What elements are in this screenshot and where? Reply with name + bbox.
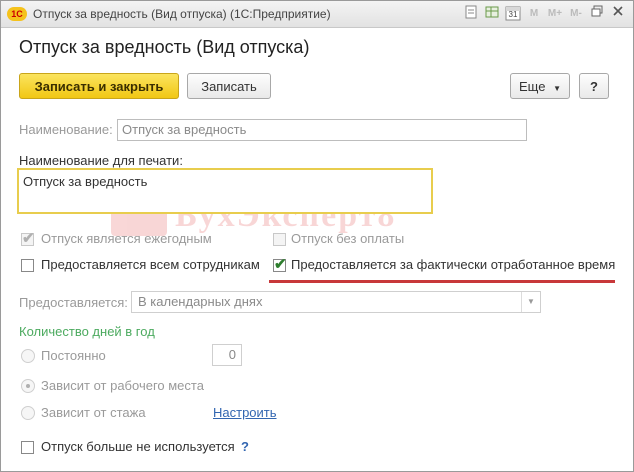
actual-time-checkbox[interactable]: ✔: [273, 256, 287, 273]
radio-workplace-label: Зависит от рабочего места: [41, 378, 204, 393]
radio-constant-label: Постоянно: [41, 348, 106, 363]
app-logo: 1С: [7, 7, 27, 21]
calendar-icon[interactable]: 31: [504, 5, 522, 23]
m-minus-icon[interactable]: M-: [567, 5, 585, 23]
radio-tenure-label: Зависит от стажа: [41, 405, 146, 420]
document-icon[interactable]: [462, 5, 480, 23]
help-button[interactable]: ?: [579, 73, 609, 99]
annual-label: Отпуск является ежегодным: [41, 231, 212, 246]
grid-icon[interactable]: [483, 5, 501, 23]
configure-link[interactable]: Настроить: [213, 405, 277, 420]
title-bar-icons: 31 M M+ M-: [462, 5, 627, 23]
radio-tenure[interactable]: [21, 406, 35, 420]
unpaid-checkbox[interactable]: [273, 233, 286, 246]
all-staff-label: Предоставляется всем сотрудникам: [41, 257, 260, 272]
name-field[interactable]: Отпуск за вредность: [117, 119, 527, 141]
radio-dot-icon: [26, 384, 30, 388]
provided-value: В календарных днях: [138, 294, 263, 309]
not-used-label: Отпуск больше не используется: [41, 439, 235, 454]
window-title: Отпуск за вредность (Вид отпуска) (1С:Пр…: [33, 7, 331, 21]
all-staff-checkbox[interactable]: [21, 259, 34, 272]
calendar-day: 31: [508, 10, 518, 19]
annual-checkbox[interactable]: ✔: [21, 230, 35, 247]
title-bar: 1С Отпуск за вредность (Вид отпуска) (1С…: [1, 1, 633, 28]
check-icon: ✔: [274, 256, 287, 273]
radio-constant[interactable]: [21, 349, 35, 363]
more-label: Еще: [519, 79, 546, 94]
highlight-underline: [269, 280, 615, 283]
save-button[interactable]: Записать: [187, 73, 271, 99]
app-window: 1С Отпуск за вредность (Вид отпуска) (1С…: [0, 0, 634, 472]
more-button[interactable]: Еще ▼: [510, 73, 570, 99]
m-plus-icon[interactable]: M+: [546, 5, 564, 23]
save-and-close-button[interactable]: Записать и закрыть: [19, 73, 179, 99]
provided-select[interactable]: В календарных днях ▼: [131, 291, 541, 313]
close-icon[interactable]: [609, 5, 627, 23]
name-label: Наименование:: [19, 122, 113, 137]
dropdown-arrow-icon: ▼: [521, 292, 540, 312]
actual-time-label: Предоставляется за фактически отработанн…: [291, 257, 616, 272]
page-title: Отпуск за вредность (Вид отпуска): [19, 37, 310, 57]
restore-icon[interactable]: [588, 5, 606, 23]
not-used-help-icon[interactable]: ?: [241, 439, 249, 454]
unpaid-label: Отпуск без оплаты: [291, 231, 405, 246]
m-icon[interactable]: M: [525, 5, 543, 23]
not-used-checkbox[interactable]: [21, 441, 34, 454]
check-icon: ✔: [22, 230, 35, 247]
chevron-down-icon: ▼: [553, 84, 561, 93]
print-name-field[interactable]: Отпуск за вредность: [17, 168, 433, 214]
days-section-label: Количество дней в год: [19, 324, 155, 339]
radio-workplace[interactable]: [21, 379, 35, 393]
print-name-label: Наименование для печати:: [19, 153, 183, 168]
days-count-field[interactable]: 0: [212, 344, 242, 366]
provided-label: Предоставляется:: [19, 295, 128, 310]
